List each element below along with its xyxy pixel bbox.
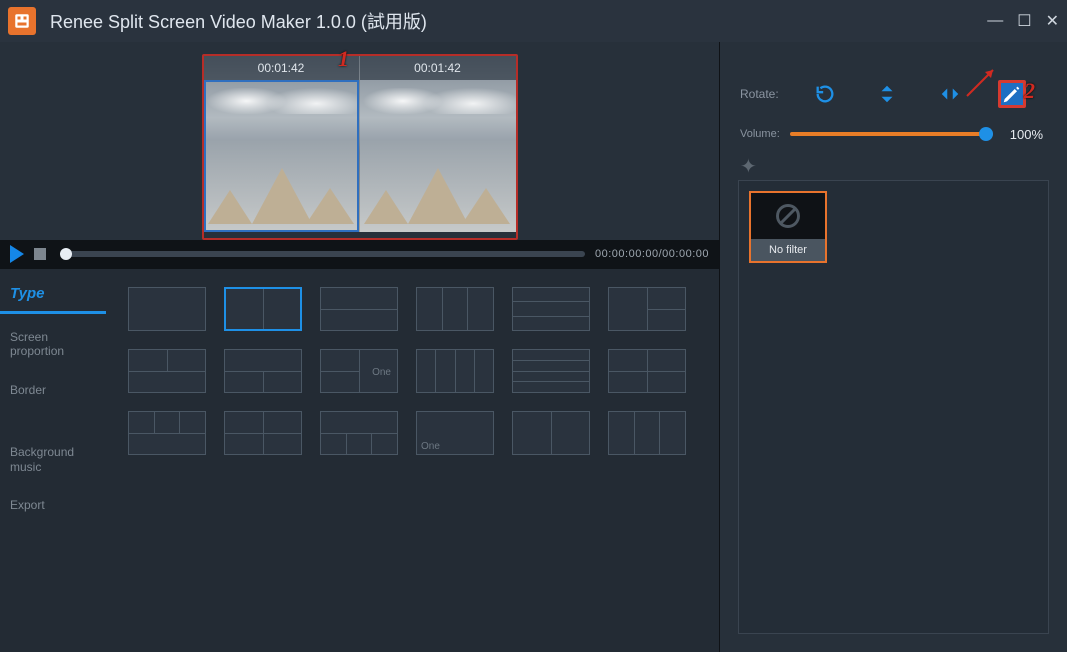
- edit-pencil-icon[interactable]: [998, 80, 1026, 108]
- layout-partial-c[interactable]: [608, 411, 686, 455]
- preview-left[interactable]: 00:01:42: [204, 56, 360, 232]
- layout-l-shape-a[interactable]: [608, 287, 686, 331]
- layout-1x1[interactable]: [128, 287, 206, 331]
- sidebar-item-background-music[interactable]: Background music: [0, 437, 106, 482]
- layout-1x4[interactable]: [416, 349, 494, 393]
- layout-partial-b[interactable]: [512, 411, 590, 455]
- seek-thumb[interactable]: [60, 248, 72, 260]
- filter-panel: No filter: [738, 180, 1049, 634]
- sidebar-item-type[interactable]: Type: [0, 277, 106, 314]
- layout-4x1[interactable]: [512, 349, 590, 393]
- app-icon: [8, 7, 36, 35]
- flip-horizontal-icon[interactable]: [936, 80, 964, 108]
- annotation-marker-1: 1: [338, 46, 349, 72]
- close-button[interactable]: ✕: [1046, 11, 1059, 31]
- rotate-row: Rotate:: [720, 72, 1067, 116]
- layout-1x2[interactable]: [224, 287, 302, 331]
- layout-grid: One One: [106, 269, 719, 652]
- volume-value: 100%: [1003, 127, 1043, 142]
- volume-row: Volume: 100%: [720, 116, 1067, 152]
- flip-vertical-icon[interactable]: [873, 80, 901, 108]
- layout-partial-a[interactable]: One: [416, 411, 494, 455]
- left-pane: 00:01:42 00:01:42 1: [0, 42, 719, 652]
- rotate-label: Rotate:: [740, 87, 794, 101]
- sidebar-item-blank[interactable]: [0, 413, 106, 429]
- sidebar-item-screen-proportion[interactable]: Screen proportion: [0, 322, 106, 367]
- preview-left-scene: [204, 80, 359, 232]
- layout-t-shape[interactable]: [224, 349, 302, 393]
- layout-quad-a[interactable]: [224, 411, 302, 455]
- maximize-button[interactable]: ☐: [1017, 11, 1031, 31]
- rotate-cw-icon[interactable]: [811, 80, 839, 108]
- layout-2x2[interactable]: [608, 349, 686, 393]
- layout-right-split[interactable]: One: [320, 349, 398, 393]
- filter-label: No filter: [751, 239, 825, 261]
- filter-header-icon: ✦: [720, 152, 1067, 180]
- preview-right-scene: [360, 80, 516, 232]
- layout-quad-b[interactable]: [320, 411, 398, 455]
- annotation-marker-2: 2: [1024, 78, 1035, 104]
- preview-area: 00:01:42 00:01:42 1: [0, 42, 719, 240]
- layout-top3-bottom1[interactable]: [128, 411, 206, 455]
- playbar: 00:00:00:00/00:00:00: [0, 240, 719, 268]
- preview-split[interactable]: 00:01:42 00:01:42: [202, 54, 518, 240]
- volume-thumb[interactable]: [979, 127, 993, 141]
- main-area: 00:01:42 00:01:42 1: [0, 42, 1067, 652]
- minimize-button[interactable]: —: [987, 12, 1003, 30]
- sidebar-item-export[interactable]: Export: [0, 490, 106, 520]
- preview-left-time: 00:01:42: [204, 56, 359, 80]
- preview-right[interactable]: 00:01:42: [360, 56, 516, 232]
- layout-2x1[interactable]: [320, 287, 398, 331]
- gallery: Type Screen proportion Border Background…: [0, 268, 719, 652]
- layout-1x3[interactable]: [416, 287, 494, 331]
- no-filter-icon: [751, 193, 825, 239]
- layout-label: One: [372, 367, 391, 378]
- layout-3x1[interactable]: [512, 287, 590, 331]
- layout-l-shape-b[interactable]: [128, 349, 206, 393]
- timecode: 00:00:00:00/00:00:00: [595, 248, 709, 260]
- category-sidebar: Type Screen proportion Border Background…: [0, 269, 106, 652]
- volume-label: Volume:: [740, 128, 780, 140]
- app-window: Renee Split Screen Video Maker 1.0.0 (試用…: [0, 0, 1067, 652]
- filter-no-filter[interactable]: No filter: [749, 191, 827, 263]
- titlebar: Renee Split Screen Video Maker 1.0.0 (試用…: [0, 0, 1067, 42]
- layout-label: One: [421, 441, 440, 452]
- preview-right-time: 00:01:42: [360, 56, 516, 80]
- volume-slider[interactable]: [790, 132, 993, 136]
- seek-track[interactable]: [60, 251, 585, 257]
- stop-button[interactable]: [34, 248, 46, 260]
- play-button[interactable]: [10, 245, 24, 263]
- right-pane: 2 Rotate:: [719, 42, 1067, 652]
- app-title: Renee Split Screen Video Maker 1.0.0 (試用…: [50, 8, 987, 34]
- sidebar-item-border[interactable]: Border: [0, 375, 106, 405]
